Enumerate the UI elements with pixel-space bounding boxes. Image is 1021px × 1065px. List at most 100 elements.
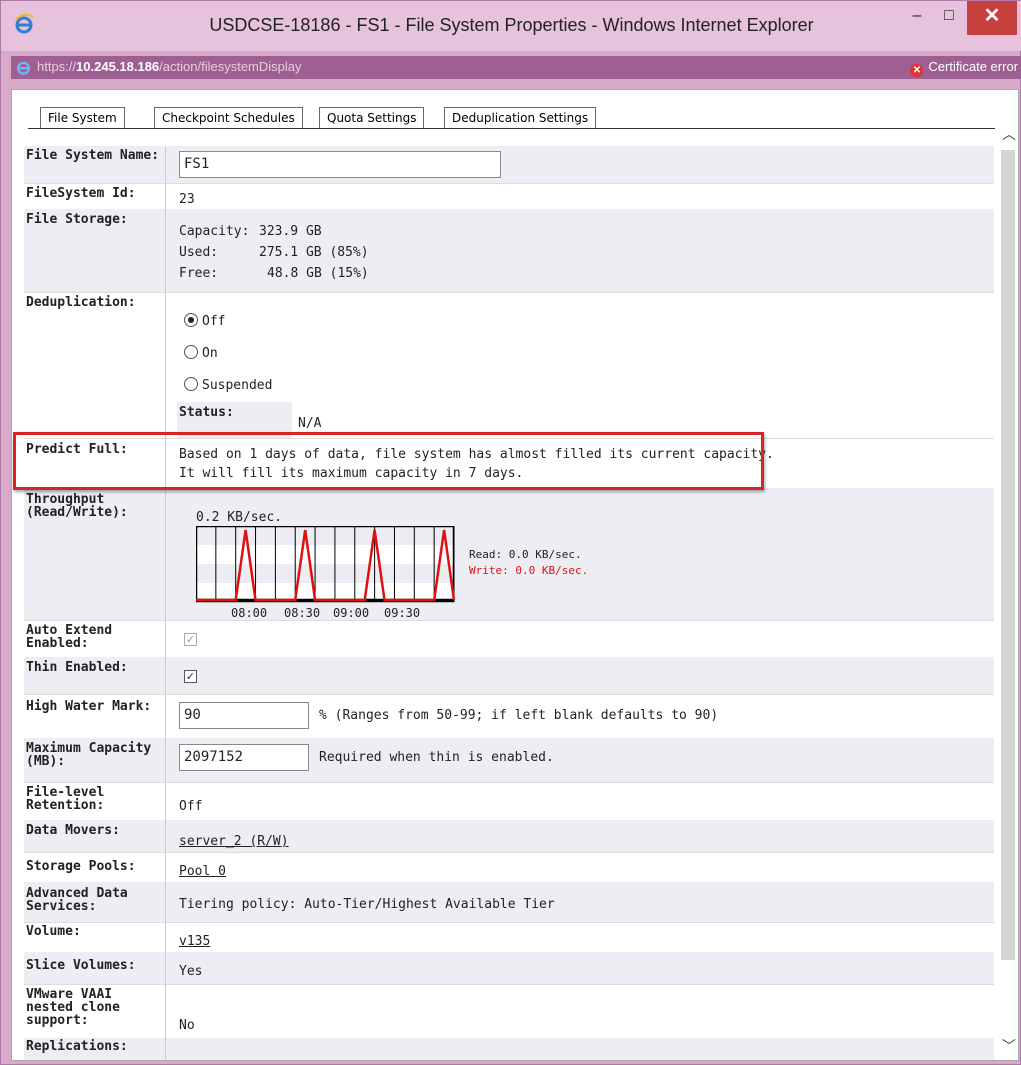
tab-deduplication-settings[interactable]: Deduplication Settings [444, 107, 597, 128]
free-value: 48.8 GB (15%) [267, 266, 369, 281]
tab-quota-settings[interactable]: Quota Settings [319, 107, 425, 128]
certificate-error[interactable]: ✕ Certificate error [910, 59, 1018, 77]
volume-link[interactable]: v135 [179, 934, 210, 949]
minimize-button[interactable]: – [903, 1, 931, 35]
dedup-off-label[interactable]: Off [202, 314, 225, 329]
title-bar[interactable]: USDCSE-18186 - FS1 - File System Propert… [1, 1, 1021, 51]
table-row: File Storage: Capacity: 323.9 GB Used: 2… [24, 209, 994, 293]
chart-band [196, 564, 454, 583]
slice-volumes-value: Yes [179, 964, 203, 979]
max-capacity-label: Maximum Capacity (MB): [26, 741, 152, 769]
read-rate: Read: 0.0 KB/sec. [469, 548, 582, 561]
high-water-mark-input[interactable]: 90 [179, 702, 309, 729]
status-label: Status: [179, 405, 234, 420]
retention-value: Off [179, 799, 203, 814]
tab-strip: File System Checkpoint Schedules Quota S… [12, 90, 995, 129]
table-row: File System Name: FS1 [24, 146, 994, 184]
dedup-off-radio[interactable] [184, 313, 198, 327]
scroll-down-icon[interactable]: ﹀ [1002, 1040, 1016, 1054]
maximize-button[interactable]: □ [935, 1, 963, 35]
table-row: Auto Extend Enabled: ✓ [24, 620, 994, 658]
write-rate: Write: 0.0 KB/sec. [469, 564, 589, 577]
table-row: VMware VAAI nested clone support: No [24, 984, 994, 1039]
dedup-on-radio[interactable] [184, 345, 198, 359]
capacity-value: 323.9 GB [259, 224, 322, 239]
fs-name-input[interactable]: FS1 [179, 151, 501, 178]
url-host: 10.245.18.186 [76, 59, 160, 74]
tab-baseline [28, 128, 995, 129]
chart-tick-label: 09:30 [384, 606, 420, 620]
url-prefix: https:// [37, 59, 77, 74]
table-row: Advanced Data Services: Tiering policy: … [24, 882, 994, 923]
error-icon: ✕ [910, 64, 924, 77]
chart-tick-label: 09:00 [333, 606, 369, 620]
storage-pools-label: Storage Pools: [26, 859, 136, 874]
table-row: FileSystem Id: 23 [24, 183, 994, 210]
high-water-mark-hint: % (Ranges from 50-99; if left blank defa… [319, 708, 719, 723]
throughput-label: Throughput (Read/Write): [26, 492, 128, 520]
chart-band [196, 545, 454, 564]
capacity-label: Capacity: [179, 224, 250, 239]
url-text[interactable]: https://10.245.18.186/action/filesystemD… [37, 59, 302, 74]
tab-checkpoint-schedules[interactable]: Checkpoint Schedules [154, 107, 303, 128]
table-row: Deduplication: Off On Suspended Status: … [24, 292, 994, 439]
chart-tick-label: 08:00 [231, 606, 267, 620]
fs-id-value: 23 [179, 192, 195, 207]
table-row: Thin Enabled: ✓ [24, 657, 994, 695]
status-value: N/A [298, 416, 322, 431]
highlight-box [13, 432, 764, 490]
throughput-chart: 08:00 08:30 09:00 09:30 [196, 526, 456, 620]
auto-extend-checkbox[interactable]: ✓ [184, 633, 197, 646]
thin-enabled-checkbox[interactable]: ✓ [184, 670, 197, 683]
file-storage-label: File Storage: [26, 212, 128, 227]
internet-explorer-icon [16, 61, 31, 75]
table-row: Storage Pools: Pool 0 [24, 852, 994, 883]
chart-tick-label: 08:30 [284, 606, 320, 620]
url-path: /action/filesystemDisplay [159, 59, 302, 74]
volume-label: Volume: [26, 924, 81, 939]
vaai-label: VMware VAAI nested clone support: [26, 987, 120, 1028]
dedup-on-label[interactable]: On [202, 346, 218, 361]
table-row: High Water Mark: 90 % (Ranges from 50-99… [24, 694, 994, 739]
table-row: Maximum Capacity (MB): 2097152 Required … [24, 738, 994, 783]
window-title: USDCSE-18186 - FS1 - File System Propert… [209, 15, 814, 35]
page-content: File System Checkpoint Schedules Quota S… [11, 89, 1019, 1061]
slice-volumes-label: Slice Volumes: [26, 958, 136, 973]
used-value: 275.1 GB (85%) [259, 245, 369, 260]
data-movers-link[interactable]: server_2 (R/W) [179, 834, 289, 849]
address-bar[interactable]: https://10.245.18.186/action/filesystemD… [11, 56, 1021, 79]
table-row: Replications: [24, 1038, 994, 1060]
advanced-data-services-value: Tiering policy: Auto-Tier/Highest Availa… [179, 897, 555, 912]
free-label: Free: [179, 266, 219, 281]
deduplication-label: Deduplication: [26, 295, 136, 310]
tab-file-system[interactable]: File System [40, 107, 125, 129]
dedup-suspended-radio[interactable] [184, 377, 198, 391]
scroll-up-icon[interactable]: ︿ [1002, 128, 1016, 142]
dedup-suspended-label[interactable]: Suspended [202, 378, 272, 393]
fs-id-label: FileSystem Id: [26, 186, 136, 201]
data-movers-label: Data Movers: [26, 823, 120, 838]
storage-pools-link[interactable]: Pool 0 [179, 864, 226, 879]
advanced-data-services-label: Advanced Data Services: [26, 886, 128, 914]
chart-band [196, 526, 454, 545]
high-water-mark-label: High Water Mark: [26, 699, 152, 714]
vertical-scrollbar[interactable]: ︿ ﹀ [998, 128, 1018, 1060]
ie-window: USDCSE-18186 - FS1 - File System Propert… [0, 0, 1021, 1065]
table-row: Data Movers: server_2 (R/W) [24, 820, 994, 853]
table-row: Volume: v135 [24, 922, 994, 953]
auto-extend-label: Auto Extend Enabled: [26, 623, 113, 651]
vaai-value: No [179, 1018, 195, 1033]
close-button[interactable]: ✕ [967, 1, 1017, 35]
used-label: Used: [179, 245, 219, 260]
scroll-thumb[interactable] [1001, 150, 1015, 960]
retention-label: File-level Retention: [26, 785, 105, 813]
certificate-error-label: Certificate error [928, 59, 1018, 74]
max-capacity-hint: Required when thin is enabled. [319, 750, 554, 765]
thin-enabled-label: Thin Enabled: [26, 660, 128, 675]
throughput-value: 0.2 KB/sec. [196, 510, 283, 525]
table-row: Slice Volumes: Yes [24, 952, 994, 985]
fs-name-label: File System Name: [26, 148, 160, 163]
replications-label: Replications: [26, 1039, 128, 1054]
max-capacity-input[interactable]: 2097152 [179, 744, 309, 771]
table-row: File-level Retention: Off [24, 782, 994, 821]
